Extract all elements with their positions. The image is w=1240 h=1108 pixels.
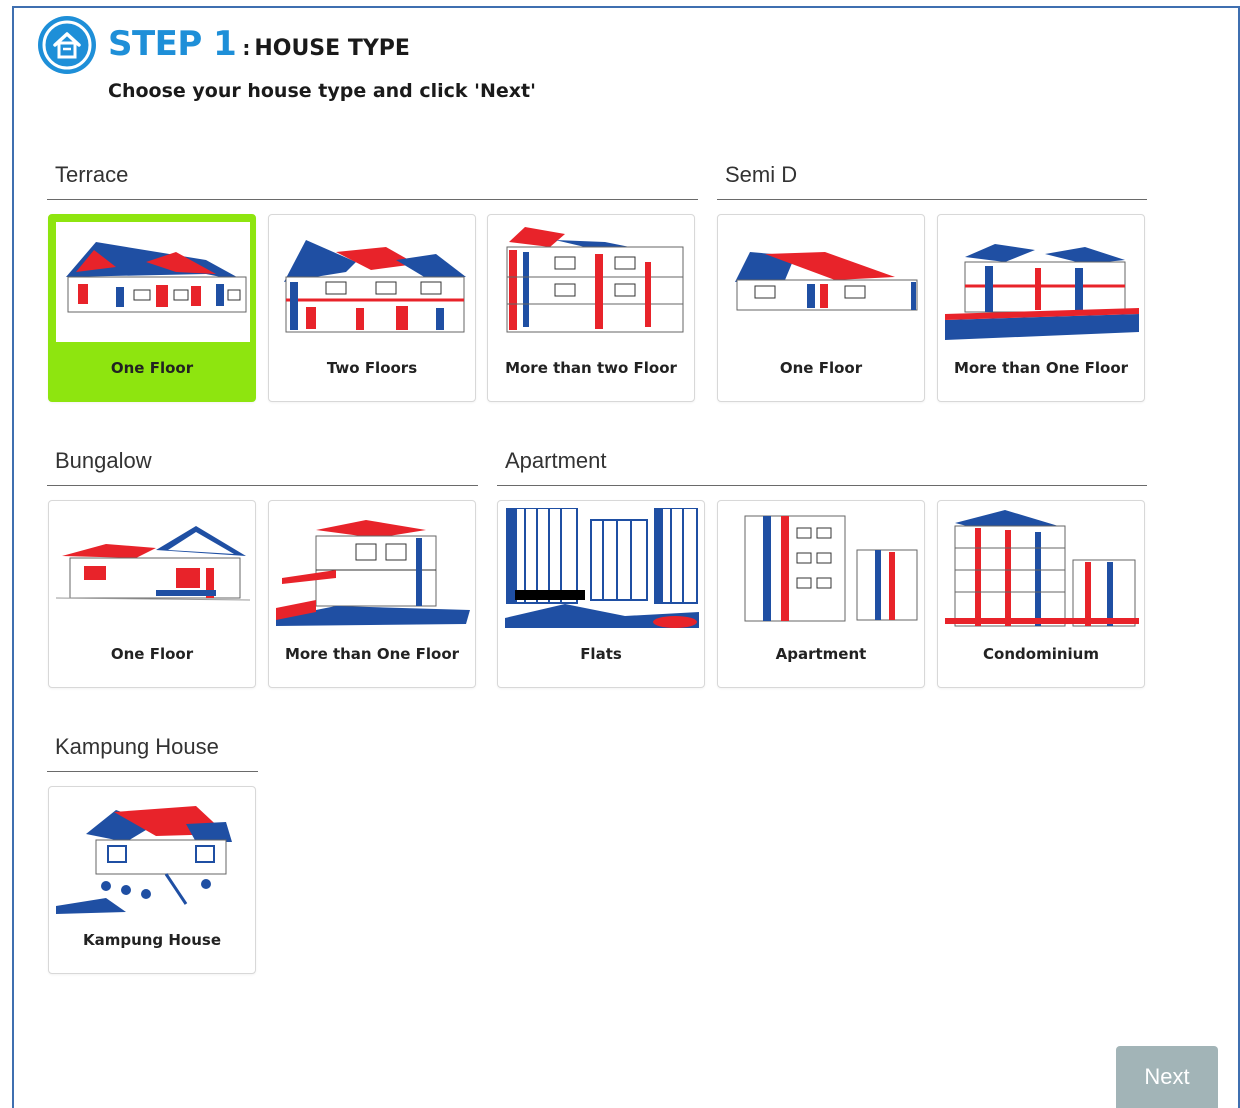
card-label: Flats (580, 645, 622, 663)
next-button[interactable]: Next (1116, 1046, 1218, 1108)
semi-d-one-floor-illustration (725, 222, 919, 342)
card-flats[interactable]: Flats (497, 500, 705, 688)
card-label: One Floor (110, 359, 194, 377)
card-bungalow-multi-floor[interactable]: More than One Floor (268, 500, 476, 688)
card-terrace-one-floor[interactable]: One Floor (48, 214, 256, 402)
card-semi-d-one-floor[interactable]: One Floor (717, 214, 925, 402)
card-label: One Floor (779, 359, 863, 377)
card-semi-d-multi-floor[interactable]: More than One Floor (937, 214, 1145, 402)
apartment-illustration (725, 508, 919, 628)
kampung-house-illustration (56, 794, 250, 914)
section-heading-semi-d: Semi D (717, 155, 1147, 200)
step-number: STEP 1 (108, 24, 237, 64)
page-title: STEP 1: HOUSE TYPE (108, 24, 410, 68)
card-kampung-house[interactable]: Kampung House (48, 786, 256, 974)
card-terrace-two-floors[interactable]: Two Floors (268, 214, 476, 402)
card-label: More than two Floor (505, 359, 677, 377)
card-condominium[interactable]: Condominium (937, 500, 1145, 688)
semi-d-multi-floor-illustration (945, 222, 1139, 342)
card-apartment[interactable]: Apartment (717, 500, 925, 688)
card-label: Condominium (983, 645, 1099, 663)
card-label: One Floor (110, 645, 194, 663)
instruction-text: Choose your house type and click 'Next' (108, 80, 536, 102)
bungalow-multi-floor-illustration (276, 508, 470, 628)
house-icon (38, 16, 96, 74)
step-subtitle: HOUSE TYPE (254, 36, 410, 61)
terrace-multi-floor-illustration (495, 222, 689, 342)
section-heading-bungalow: Bungalow (47, 441, 478, 486)
terrace-two-floors-illustration (276, 222, 470, 342)
terrace-one-floor-illustration (56, 222, 250, 342)
section-heading-terrace: Terrace (47, 155, 698, 200)
card-label: More than One Floor (284, 645, 460, 663)
card-terrace-multi-floor[interactable]: More than two Floor (487, 214, 695, 402)
flats-illustration (505, 508, 699, 628)
card-label: Kampung House (82, 931, 222, 949)
bungalow-one-floor-illustration (56, 508, 250, 628)
step-separator: : (242, 36, 251, 60)
section-heading-apartment: Apartment (497, 441, 1147, 486)
card-label: Two Floors (326, 359, 418, 377)
card-bungalow-one-floor[interactable]: One Floor (48, 500, 256, 688)
card-label: Apartment (775, 645, 867, 663)
condominium-illustration (945, 508, 1139, 628)
card-label: More than One Floor (953, 359, 1129, 377)
section-heading-kampung-house: Kampung House (47, 727, 258, 772)
